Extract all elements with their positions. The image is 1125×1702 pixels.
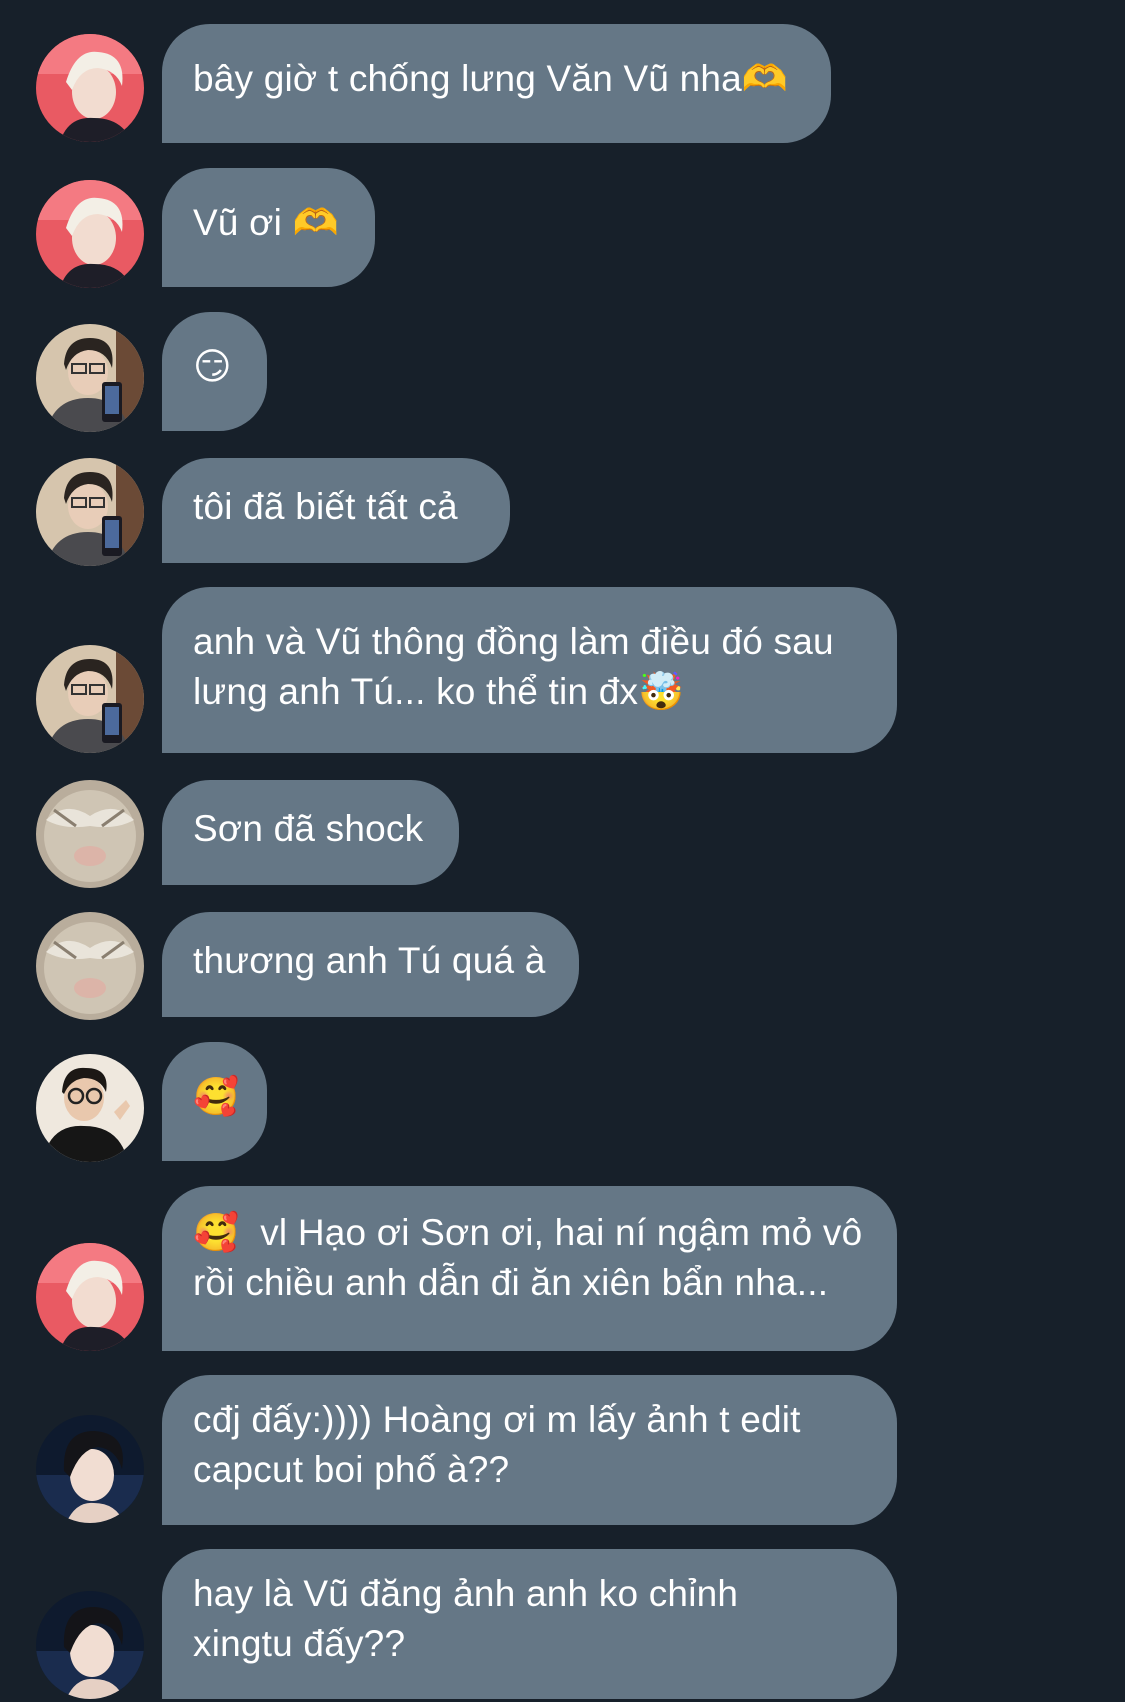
avatar[interactable] — [36, 180, 144, 288]
avatar[interactable] — [36, 458, 144, 566]
avatar[interactable] — [36, 324, 144, 432]
message-bubble[interactable]: Sơn đã shock — [162, 780, 459, 885]
avatar[interactable] — [36, 645, 144, 753]
avatar[interactable] — [36, 912, 144, 1020]
message-bubble[interactable]: hay là Vũ đăng ảnh anh ko chỉnh xingtu đ… — [162, 1549, 897, 1699]
message-bubble[interactable]: Vũ ơi 🫶 — [162, 168, 375, 287]
message-bubble[interactable]: tôi đã biết tất cả — [162, 458, 510, 563]
avatar[interactable] — [36, 1243, 144, 1351]
message-bubble[interactable]: bây giờ t chống lưng Văn Vũ nha🫶 — [162, 24, 831, 143]
message-bubble[interactable]: 🥰 — [162, 1042, 267, 1161]
avatar[interactable] — [36, 34, 144, 142]
avatar[interactable] — [36, 1054, 144, 1162]
message-bubble[interactable]: anh và Vũ thông đồng làm điều đó sau lưn… — [162, 587, 897, 753]
message-bubble[interactable]: 🥰 vl Hạo ơi Sơn ơi, hai ní ngậm mỏ vô rồ… — [162, 1186, 897, 1351]
avatar[interactable] — [36, 1415, 144, 1523]
message-bubble[interactable]: thương anh Tú quá à — [162, 912, 579, 1017]
avatar[interactable] — [36, 1591, 144, 1699]
chat-screen: { "messages": [ {"sender": "pink-hair-us… — [0, 0, 1125, 1702]
message-bubble[interactable]: cđj đấy:)))) Hoàng ơi m lấy ảnh t edit c… — [162, 1375, 897, 1525]
message-bubble[interactable]: 😏 — [162, 312, 267, 431]
avatar[interactable] — [36, 780, 144, 888]
